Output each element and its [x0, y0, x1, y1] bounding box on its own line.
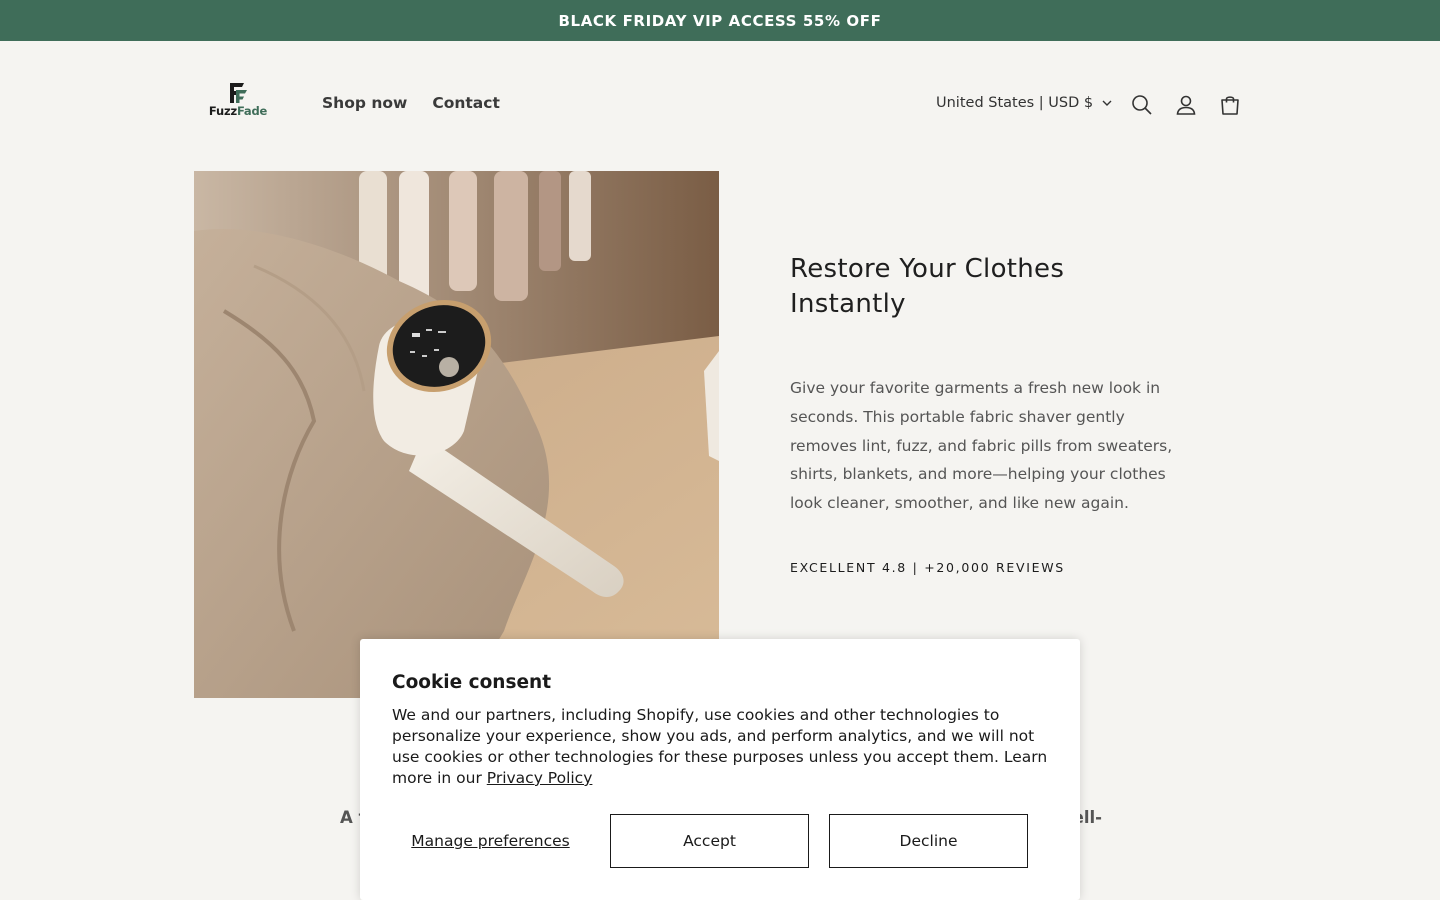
decline-button[interactable]: Decline	[829, 814, 1028, 868]
cart-icon[interactable]	[1218, 93, 1242, 117]
logo-text-fade: Fade	[236, 104, 268, 118]
logo-mark-icon	[230, 83, 247, 103]
cookie-message: We and our partners, including Shopify, …	[392, 705, 1062, 789]
site-header: FuzzFade Shop now Contact United States …	[0, 41, 1440, 169]
hero-image	[194, 171, 719, 698]
cookie-title: Cookie consent	[392, 672, 552, 693]
nav-item-shop-now[interactable]: Shop now	[322, 94, 407, 112]
locale-selector[interactable]: United States | USD $	[936, 95, 1112, 111]
announcement-bar: BLACK FRIDAY VIP ACCESS 55% OFF	[0, 0, 1440, 41]
hero-title: Restore Your Clothes Instantly	[790, 254, 1065, 319]
cookie-consent-banner: Cookie consent We and our partners, incl…	[360, 639, 1080, 900]
nav-item-contact[interactable]: Contact	[432, 94, 500, 112]
logo-wordmark: FuzzFade	[205, 104, 271, 118]
search-icon[interactable]	[1130, 93, 1154, 117]
locale-label: United States | USD $	[936, 95, 1094, 111]
manage-preferences-button[interactable]: Manage preferences	[392, 814, 589, 868]
account-icon[interactable]	[1174, 93, 1198, 117]
hero-description: Give your favorite garments a fresh new …	[790, 379, 1173, 513]
chevron-down-icon	[1102, 100, 1112, 106]
main-nav: Shop now Contact	[322, 94, 500, 112]
privacy-policy-link[interactable]: Privacy Policy	[487, 769, 593, 787]
accept-button[interactable]: Accept	[610, 814, 809, 868]
rating-summary: EXCELLENT 4.8 | +20,000 REVIEWS	[790, 559, 1065, 575]
fabric-shaver-illustration	[194, 171, 719, 698]
announcement-text: BLACK FRIDAY VIP ACCESS 55% OFF	[558, 11, 882, 30]
logo-text-fuzz: Fuzz	[208, 104, 237, 118]
hero-content: Restore Your Clothes Instantly Give your…	[790, 252, 1190, 575]
brand-logo[interactable]: FuzzFade	[205, 81, 271, 121]
